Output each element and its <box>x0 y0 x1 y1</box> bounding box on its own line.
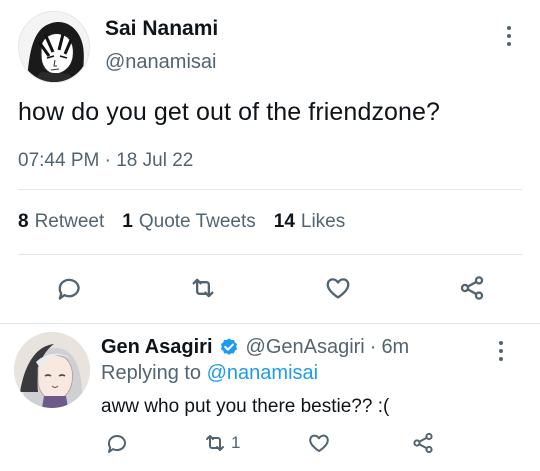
reply-author-handle[interactable]: @GenAsagiri <box>246 336 365 359</box>
likes-stat[interactable]: 14 Likes <box>274 211 346 233</box>
replying-to: Replying to @nanamisai <box>101 362 318 385</box>
share-button[interactable] <box>456 272 488 304</box>
author-avatar[interactable] <box>18 11 90 83</box>
more-options-icon[interactable] <box>499 21 519 51</box>
reply-button[interactable] <box>52 272 84 304</box>
author-name[interactable]: Sai Nanami <box>105 17 218 41</box>
divider <box>18 189 522 190</box>
quotes-stat[interactable]: 1 Quote Tweets <box>122 211 255 233</box>
tweet-text: how do you get out of the friendzone? <box>18 98 441 126</box>
share-icon <box>460 276 484 300</box>
verified-badge-icon <box>220 337 237 355</box>
reply-retweet-count: 1 <box>231 433 241 452</box>
retweet-icon <box>192 278 214 298</box>
replying-prefix: Replying to <box>101 362 202 384</box>
quotes-count: 1 <box>122 211 133 232</box>
like-heart-icon <box>326 278 350 299</box>
retweets-label: Retweet <box>34 211 105 232</box>
reply-author-name[interactable]: Gen Asagiri <box>101 336 213 359</box>
retweets-count: 8 <box>18 211 29 232</box>
quotes-label: Quote Tweets <box>138 211 256 232</box>
reply-icon <box>107 435 126 453</box>
reply-time-ago[interactable]: 6m <box>381 336 409 359</box>
tweet-actions <box>0 272 540 308</box>
divider <box>18 254 522 255</box>
reply-share-button[interactable] <box>411 428 435 458</box>
retweet-icon <box>206 435 224 451</box>
tweet-stats: 8 Retweet 1 Quote Tweets 14 Likes <box>18 211 345 233</box>
replying-to-mention[interactable]: @nanamisai <box>207 362 318 384</box>
main-tweet: Sai Nanami @nanamisai how do you get out… <box>0 0 540 324</box>
likes-count: 14 <box>273 211 295 232</box>
reply-reply-button[interactable] <box>104 428 128 458</box>
reply-header: Gen Asagiri @GenAsagiri · 6m <box>101 336 409 359</box>
retweets-stat[interactable]: 8 Retweet <box>18 211 104 233</box>
like-heart-icon <box>309 434 329 452</box>
author-handle[interactable]: @nanamisai <box>105 51 216 74</box>
separator-dot: · <box>369 336 377 358</box>
likes-label: Likes <box>300 211 346 232</box>
reply-text: aww who put you there bestie?? :( <box>101 396 390 417</box>
manga-portrait-icon <box>19 12 89 82</box>
anime-portrait-icon <box>14 332 90 408</box>
reply-like-button[interactable] <box>307 428 331 458</box>
reply-actions: 1 <box>0 428 540 462</box>
more-options-icon[interactable] <box>491 336 511 366</box>
retweet-button[interactable] <box>187 272 219 304</box>
share-icon <box>413 432 433 454</box>
reply-tweet[interactable]: Gen Asagiri @GenAsagiri · 6m Replying to… <box>0 324 540 471</box>
reply-retweet-button[interactable]: 1 <box>203 428 240 458</box>
reply-author-avatar[interactable] <box>14 332 90 408</box>
reply-icon <box>58 278 80 300</box>
tweet-timestamp[interactable]: 07:44 PM · 18 Jul 22 <box>18 150 193 172</box>
like-button[interactable] <box>322 272 354 304</box>
